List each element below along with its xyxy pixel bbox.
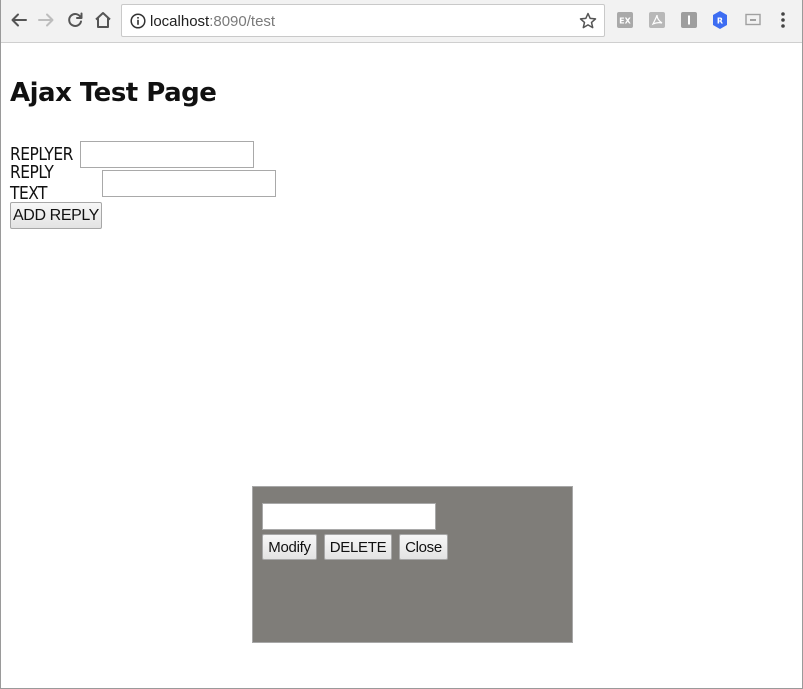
i-extension-icon[interactable] [679,10,699,30]
reply-text-row: REPLY TEXT [10,162,276,204]
bookmark-star-icon[interactable] [578,11,598,31]
modify-reply-modal: Modify DELETE Close [252,486,573,643]
kebab-menu-icon [781,12,785,28]
r-extension-icon[interactable]: R [710,10,730,30]
replyer-input[interactable] [80,140,254,168]
browser-menu-button[interactable] [773,10,793,30]
close-button[interactable]: Close [399,534,448,560]
page-title: Ajax Test Page [10,78,217,108]
back-button[interactable] [7,8,31,32]
url-text[interactable]: localhost:8090/test [150,13,275,30]
cast-extension-icon[interactable] [743,10,763,30]
modify-button[interactable]: Modify [262,534,317,560]
delete-button[interactable]: DELETE [324,534,392,560]
svg-text:R: R [717,17,723,26]
screen-icon [745,13,761,26]
r-hexagon-icon: R [713,11,727,29]
address-bar[interactable]: localhost:8090/test [121,4,605,37]
url-path: :8090/test [209,13,276,30]
svg-text:EX: EX [619,17,631,26]
browser-toolbar: localhost:8090/test EX R [1,0,802,43]
modal-button-group: Modify DELETE Close [262,534,448,560]
forward-button[interactable] [34,8,58,32]
i-badge-icon [681,12,697,28]
reload-icon [68,12,83,27]
home-button[interactable] [91,8,115,32]
page-content: Ajax Test Page REPLYER REPLY TEXT ADD RE… [1,44,802,688]
url-host: localhost [150,13,210,30]
add-reply-button[interactable]: ADD REPLY [10,202,102,229]
ex-extension-icon[interactable]: EX [615,10,635,30]
browser-window: localhost:8090/test EX R Ajax Test Page … [0,0,803,689]
reply-text-label: REPLY TEXT [10,162,54,204]
info-icon[interactable] [130,13,146,29]
reply-text-input[interactable] [102,169,276,197]
pdf-extension-icon[interactable] [647,10,667,30]
modal-reply-text-input[interactable] [262,503,436,530]
forward-arrow-icon [38,13,54,27]
back-arrow-icon [11,13,27,27]
home-icon [95,12,111,28]
pdf-badge-icon [649,12,665,28]
ex-badge-icon: EX [617,12,633,28]
reload-button[interactable] [63,8,87,32]
